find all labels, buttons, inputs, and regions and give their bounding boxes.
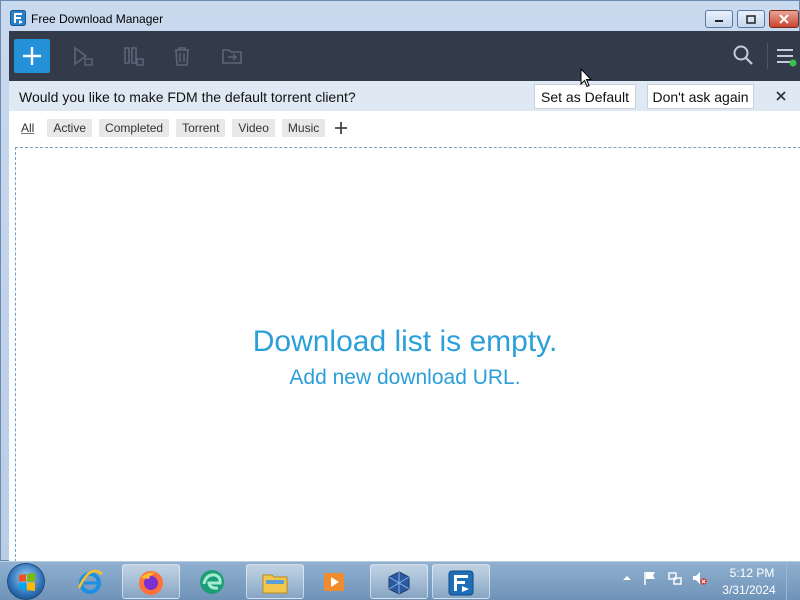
default-client-notification: Would you like to make FDM the default t… (9, 81, 800, 111)
folder-icon (262, 574, 288, 594)
fdm-logo-icon (448, 570, 474, 596)
windows-taskbar: 5:12 PM 3/31/2024 (0, 561, 800, 600)
add-tab-button[interactable] (332, 119, 350, 137)
pause-icon[interactable] (122, 45, 144, 67)
minimize-button[interactable] (705, 10, 733, 28)
move-icon[interactable] (221, 45, 243, 67)
add-download-url-link[interactable]: Add new download URL. (9, 366, 800, 390)
start-button[interactable] (7, 563, 45, 600)
media-player-icon (324, 573, 344, 591)
resume-icon[interactable] (71, 45, 93, 67)
delete-icon[interactable] (171, 45, 193, 67)
clock-date[interactable]: 3/31/2024 (716, 583, 782, 597)
plus-icon (335, 122, 348, 134)
tab-video[interactable]: Video (232, 119, 275, 137)
show-hidden-icons-icon[interactable] (619, 570, 635, 586)
empty-list-message: Download list is empty. (252, 325, 558, 358)
windows-logo-icon (19, 573, 35, 591)
tab-completed[interactable]: Completed (99, 119, 170, 137)
menu-icon[interactable] (775, 45, 797, 67)
app-window: Free Download Manager Would you like to … (0, 0, 800, 567)
mouse-cursor-icon (580, 68, 592, 88)
close-icon (779, 14, 789, 24)
close-notification-icon[interactable] (773, 88, 789, 104)
title-bar[interactable]: Free Download Manager (1, 1, 799, 31)
volume-muted-icon[interactable] (691, 570, 707, 586)
firefox-icon (139, 571, 163, 595)
tab-music[interactable]: Music (281, 119, 326, 137)
taskbar-firefox[interactable] (122, 564, 180, 599)
main-toolbar (9, 31, 800, 81)
action-center-flag-icon[interactable] (642, 570, 658, 586)
fdm-logo-icon (10, 10, 26, 26)
maximize-button[interactable] (737, 10, 765, 28)
maximize-icon (746, 14, 756, 24)
clock-time[interactable]: 5:12 PM (722, 566, 782, 580)
search-icon[interactable] (732, 44, 754, 66)
notification-message: Would you like to make FDM the default t… (19, 89, 356, 105)
plus-icon (23, 47, 41, 65)
taskbar-free-download-manager[interactable] (432, 564, 490, 599)
dont-ask-again-button[interactable]: Don't ask again (647, 84, 754, 109)
tab-active[interactable]: Active (47, 119, 93, 137)
minimize-icon (715, 20, 723, 22)
window-title: Free Download Manager (31, 12, 164, 26)
download-list-area: All Active Completed Torrent Video Music… (9, 111, 800, 567)
taskbar-virtualbox[interactable] (370, 564, 428, 599)
filter-tabs: All Active Completed Torrent Video Music (15, 119, 350, 139)
taskbar-internet-explorer[interactable] (62, 564, 120, 599)
network-icon[interactable] (667, 570, 683, 586)
close-button[interactable] (769, 10, 799, 28)
internet-explorer-icon (77, 569, 103, 594)
taskbar-edge[interactable] (184, 564, 242, 599)
taskbar-media-player[interactable] (306, 564, 364, 599)
add-download-button[interactable] (14, 39, 50, 73)
toolbar-divider (767, 43, 768, 69)
tab-all[interactable]: All (15, 119, 41, 137)
show-desktop-button[interactable] (786, 562, 800, 600)
taskbar-file-explorer[interactable] (246, 564, 304, 599)
edge-icon (200, 570, 224, 594)
tab-torrent[interactable]: Torrent (176, 119, 226, 137)
virtualbox-icon (388, 571, 410, 595)
